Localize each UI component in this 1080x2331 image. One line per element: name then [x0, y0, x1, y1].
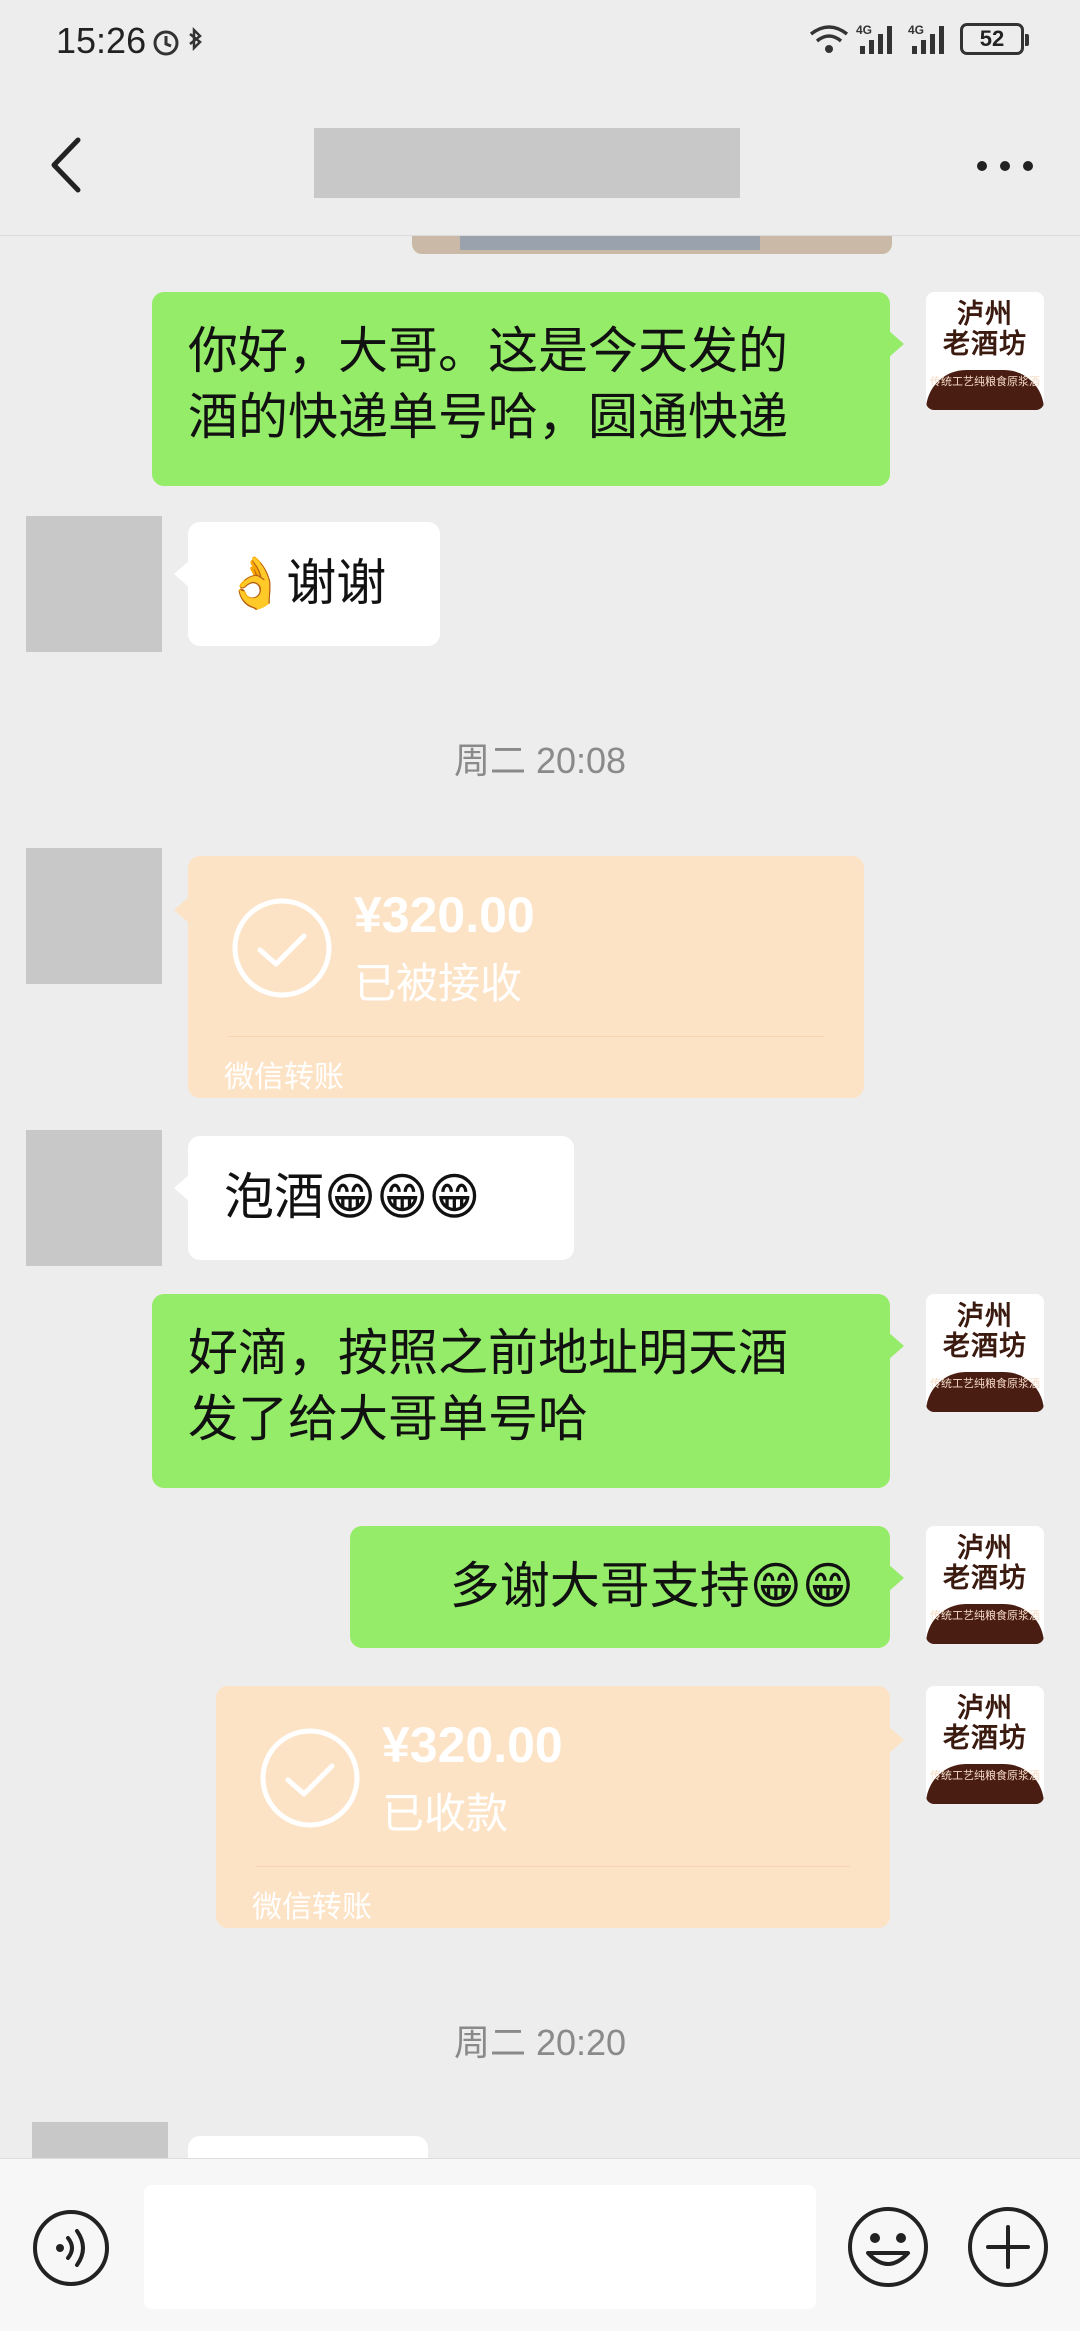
message-bubble-in-partial[interactable]	[188, 2136, 428, 2158]
transfer-card-received[interactable]: ¥320.00 已被接收 微信转账	[174, 856, 864, 1098]
avatar-self[interactable]: 泸州 老酒坊 传统工艺纯粮食原浆酒	[926, 292, 1044, 410]
status-right: 4G 4G 52	[808, 22, 1029, 56]
transfer-footer: 微信转账	[252, 1890, 372, 1925]
brand-foot: 传统工艺纯粮食原浆酒	[926, 370, 1044, 410]
brand-line2: 老酒坊	[943, 1331, 1027, 1362]
status-bar: 15:26 4G 4G 52	[0, 0, 1080, 86]
message-text: 好滴，按照之前地址明天酒	[188, 1324, 788, 1382]
transfer-divider	[256, 1866, 850, 1867]
message-bubble-out[interactable]: 多谢大哥支持😁😁	[350, 1526, 904, 1648]
transfer-amount: ¥320.00	[382, 1717, 563, 1773]
message-bubble-out[interactable]: 好滴，按照之前地址明天酒 发了给大哥单号哈	[152, 1294, 904, 1488]
avatar-self[interactable]: 泸州 老酒坊 传统工艺纯粮食原浆酒	[926, 1294, 1044, 1412]
check-circle-icon	[232, 898, 332, 998]
svg-text:4G: 4G	[908, 23, 924, 37]
back-button[interactable]	[42, 130, 92, 200]
timestamp: 周二 20:20	[453, 2022, 627, 2063]
transfer-amount: ¥320.00	[354, 887, 535, 943]
emoji-icon[interactable]	[846, 2205, 930, 2289]
status-time: 15:26	[56, 20, 147, 61]
brand-line2: 老酒坊	[943, 329, 1027, 360]
chat-title-redacted	[314, 128, 740, 198]
transfer-footer: 微信转账	[224, 1060, 344, 1095]
chat-messages[interactable]: 泸州 老酒坊 传统工艺纯粮食原浆酒 你好，大哥。这是今天发的 酒的快递单号哈，圆通…	[0, 236, 1080, 2158]
message-text: 酒的快递单号哈，圆通快递	[188, 388, 788, 446]
transfer-card-collected[interactable]: ¥320.00 已收款 微信转账	[216, 1686, 904, 1928]
wifi-icon	[809, 25, 849, 53]
check-circle-icon	[260, 1728, 360, 1828]
timestamp: 周二 20:08	[453, 740, 627, 781]
avatar-self[interactable]: 泸州 老酒坊 传统工艺纯粮食原浆酒	[926, 1686, 1044, 1804]
grin-emoji: 😁😁	[749, 1557, 854, 1615]
message-bubble-out[interactable]: 你好，大哥。这是今天发的 酒的快递单号哈，圆通快递	[152, 292, 904, 486]
message-bubble-in[interactable]: 👌谢谢	[174, 522, 440, 646]
message-text: 谢谢	[286, 554, 387, 612]
input-bar	[0, 2158, 1080, 2331]
brand-line2: 老酒坊	[943, 1563, 1027, 1594]
transfer-divider	[228, 1036, 824, 1037]
message-text: 泡酒	[224, 1168, 324, 1226]
grin-emoji: 😁😁😁	[324, 1168, 481, 1226]
brand-line1: 泸州	[957, 1533, 1013, 1564]
alarm-bluetooth-icons	[153, 26, 202, 56]
brand-foot: 传统工艺纯粮食原浆酒	[926, 1372, 1044, 1412]
avatar-contact[interactable]	[26, 1130, 162, 1266]
chat-header	[0, 86, 1080, 236]
avatar-self[interactable]: 泸州 老酒坊 传统工艺纯粮食原浆酒	[926, 1526, 1044, 1644]
more-options-button[interactable]	[970, 146, 1040, 186]
partial-image-message[interactable]	[412, 236, 892, 254]
battery-indicator: 52	[960, 23, 1029, 55]
brand-line1: 泸州	[957, 1301, 1013, 1332]
avatar-contact[interactable]	[26, 516, 162, 652]
brand-foot: 传统工艺纯粮食原浆酒	[926, 1604, 1044, 1644]
voice-icon[interactable]	[32, 2209, 110, 2287]
svg-text:4G: 4G	[856, 23, 872, 37]
message-input[interactable]	[144, 2185, 816, 2309]
message-bubble-in[interactable]: 泡酒😁😁😁	[174, 1136, 574, 1260]
transfer-status: 已收款	[382, 1789, 509, 1838]
signal-icon-1: 4G	[856, 23, 892, 54]
brand-foot: 传统工艺纯粮食原浆酒	[926, 1764, 1044, 1804]
brand-line2: 老酒坊	[943, 1723, 1027, 1754]
message-text: 多谢大哥支持	[449, 1557, 750, 1615]
transfer-status: 已被接收	[354, 959, 523, 1008]
ok-hand-emoji: 👌	[224, 554, 287, 612]
message-text: 你好，大哥。这是今天发的	[188, 322, 788, 380]
message-text: 发了给大哥单号哈	[188, 1390, 588, 1448]
brand-line1: 泸州	[957, 299, 1013, 330]
avatar-contact[interactable]	[26, 848, 162, 984]
avatar-contact[interactable]	[32, 2122, 168, 2158]
signal-icon-2: 4G	[908, 23, 944, 54]
brand-line1: 泸州	[957, 1693, 1013, 1724]
plus-icon[interactable]	[966, 2205, 1050, 2289]
